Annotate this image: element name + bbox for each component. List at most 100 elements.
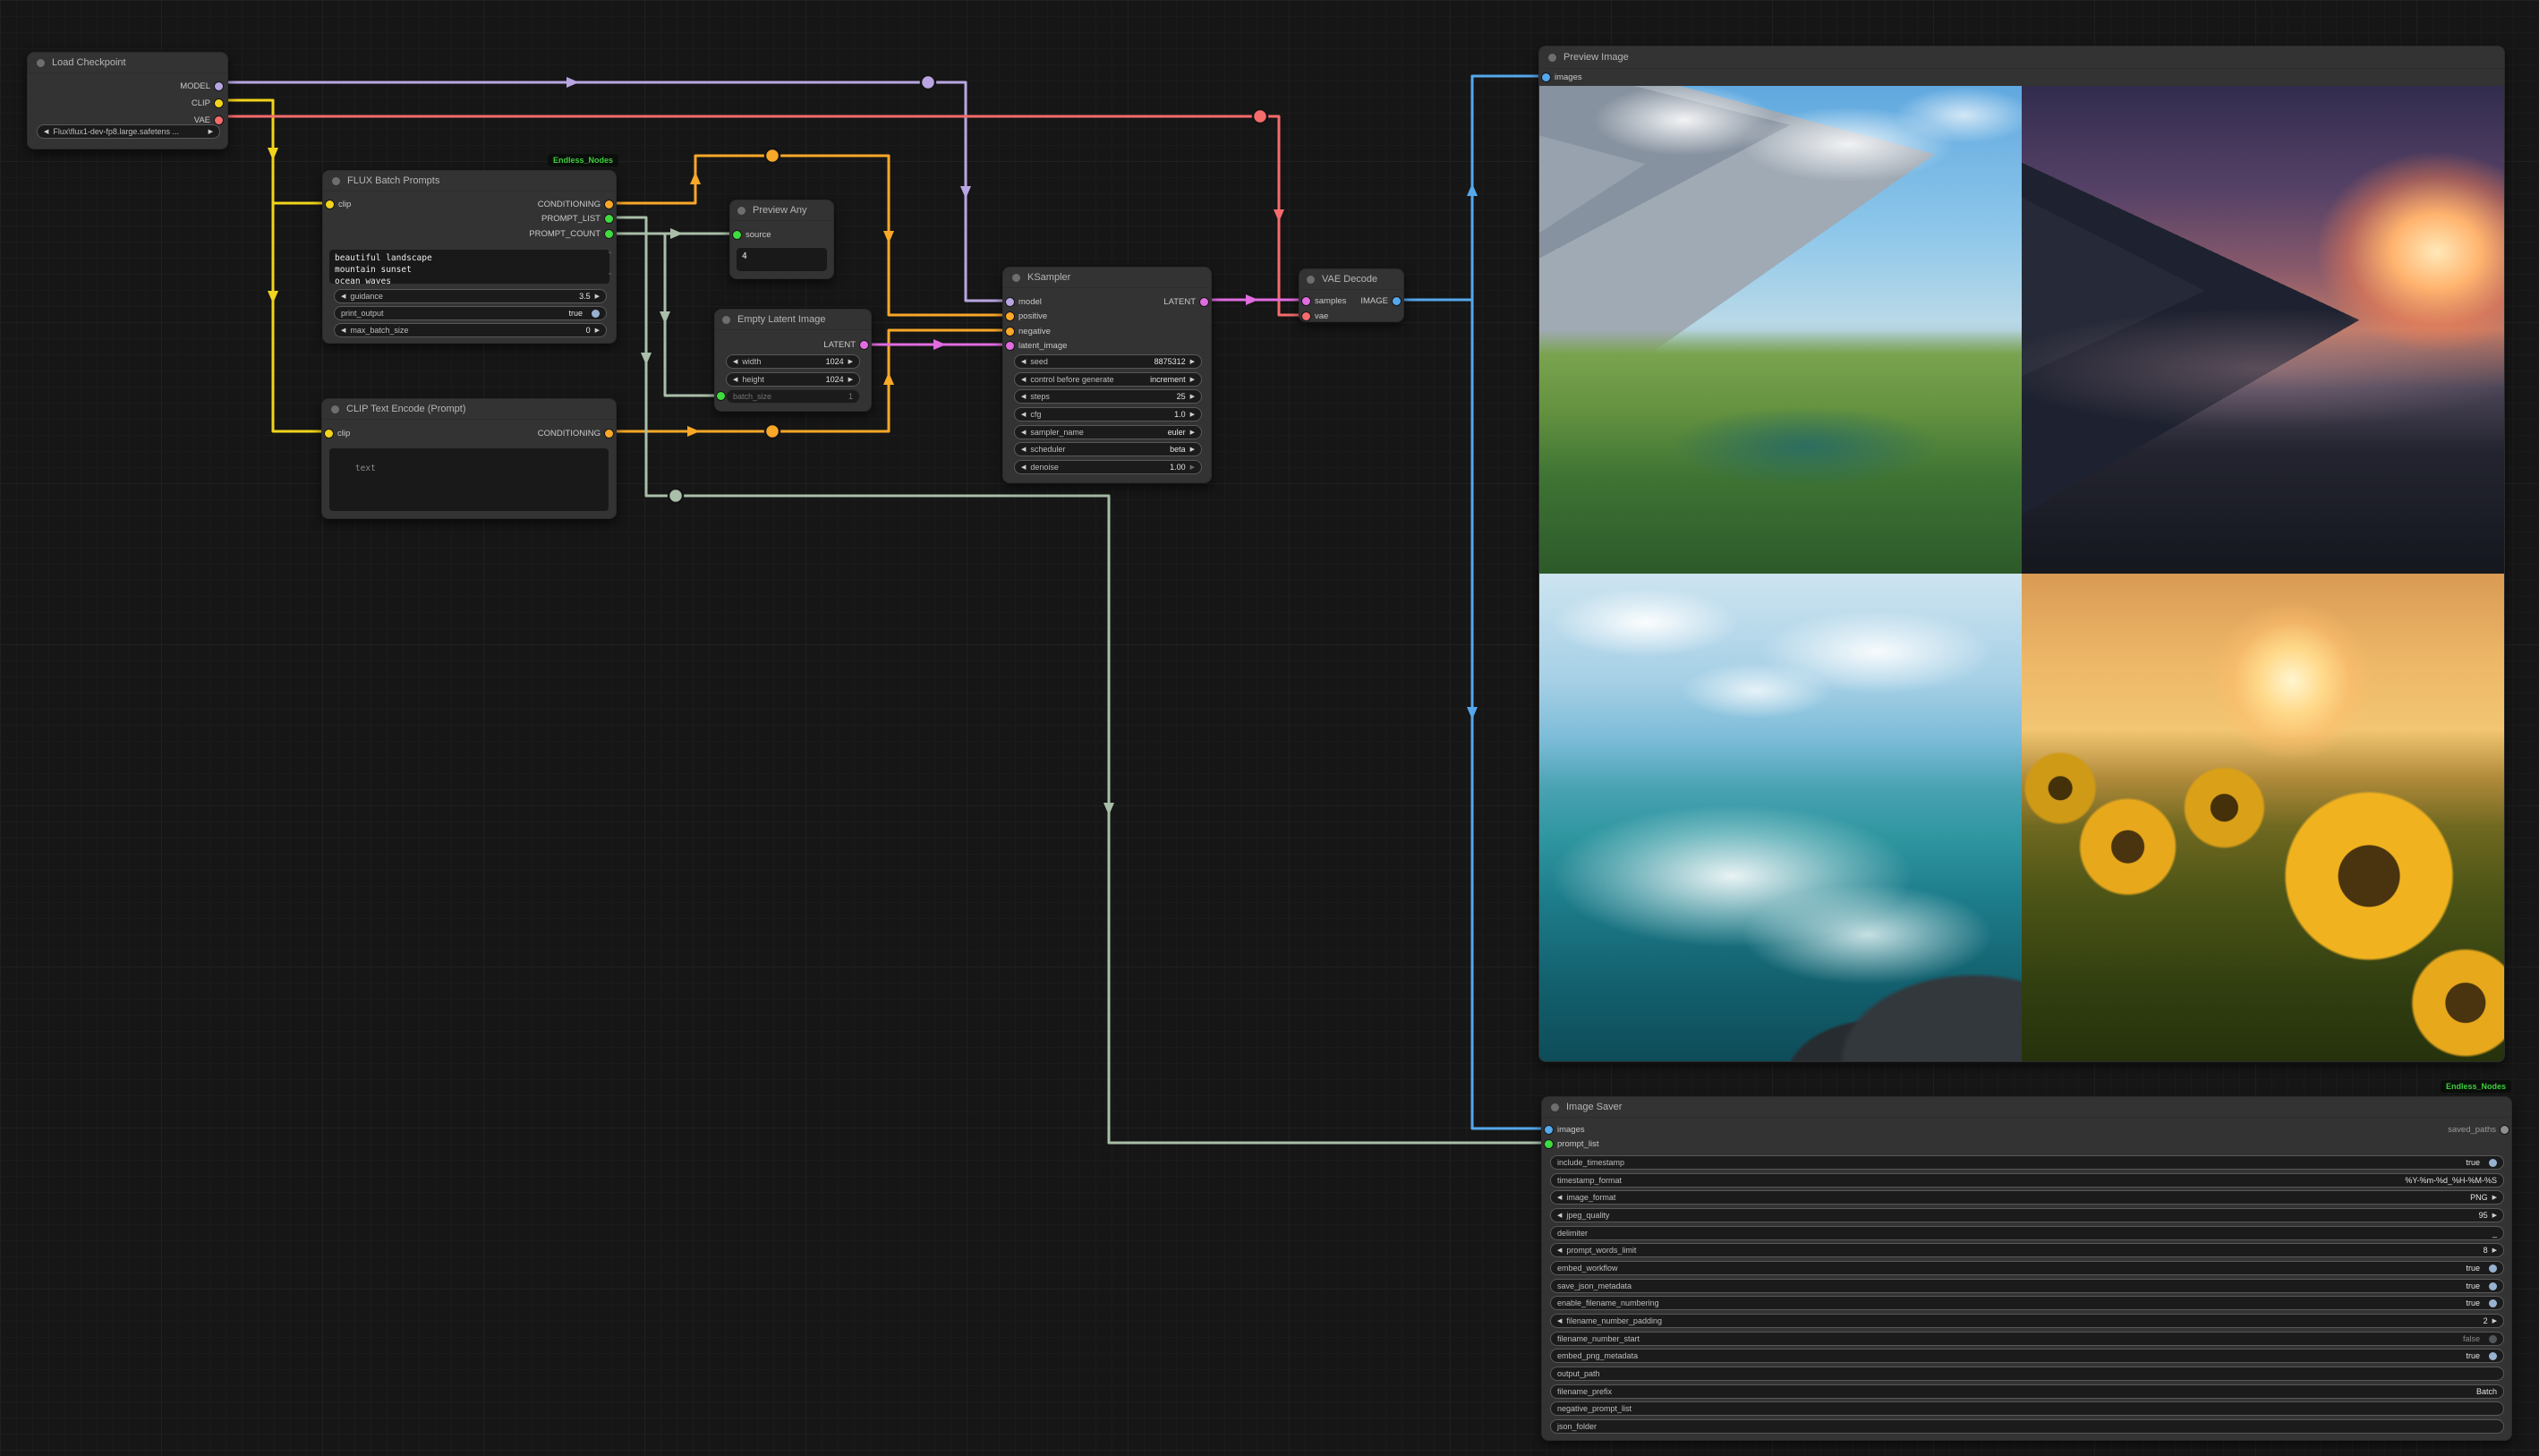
toggle-icon[interactable] (2489, 1335, 2497, 1343)
decrement-arrow-icon[interactable]: ◀ (733, 377, 737, 383)
increment-arrow-icon[interactable]: ▶ (2492, 1247, 2497, 1254)
prompt-count-socket-icon[interactable] (605, 230, 613, 238)
scroll-down-icon[interactable]: ⌄ (607, 269, 613, 277)
collapse-dot-icon[interactable] (37, 59, 45, 67)
increment-arrow-icon[interactable]: ▶ (595, 328, 600, 334)
widget-json-folder[interactable]: json_folder (1550, 1419, 2504, 1434)
prompt-list-socket-icon[interactable] (605, 215, 613, 223)
latent-socket-icon[interactable] (1302, 297, 1310, 305)
node-image-saver[interactable]: Image Saver images prompt_list saved_pat… (1541, 1096, 2512, 1441)
collapse-dot-icon[interactable] (1551, 1103, 1559, 1111)
node-load-checkpoint[interactable]: Load Checkpoint MODEL CLIP VAE ◀ Flux\fl… (27, 52, 228, 149)
next-arrow-icon[interactable]: ▶ (1190, 430, 1195, 436)
input-samples[interactable]: samples (1302, 294, 1346, 307)
increment-arrow-icon[interactable]: ▶ (595, 294, 600, 300)
reroute-conditioning-top[interactable] (765, 149, 780, 163)
input-model[interactable]: model (1006, 295, 1042, 308)
decrement-arrow-icon[interactable]: ◀ (1021, 412, 1026, 418)
collapse-dot-icon[interactable] (1012, 274, 1020, 282)
input-clip[interactable]: clip (326, 198, 351, 210)
next-arrow-icon[interactable]: ▶ (1190, 447, 1195, 453)
widget-prompt-words-limit[interactable]: ◀ prompt_words_limit 8 ▶ (1550, 1243, 2504, 1257)
widget-embed-png-metadata[interactable]: embed_png_metadata true (1550, 1349, 2504, 1363)
prev-arrow-icon[interactable]: ◀ (1557, 1195, 1562, 1201)
widget-include-timestamp[interactable]: include_timestamp true (1550, 1155, 2504, 1170)
image-socket-icon[interactable] (1545, 1126, 1553, 1134)
widget-seed[interactable]: ◀ seed 8875312 ▶ (1014, 354, 1202, 369)
widget-filename-number-start[interactable]: filename_number_start false (1550, 1332, 2504, 1346)
output-image[interactable]: IMAGE (1360, 294, 1401, 307)
decrement-arrow-icon[interactable]: ◀ (733, 359, 737, 365)
prev-arrow-icon[interactable]: ◀ (44, 129, 48, 135)
decrement-arrow-icon[interactable]: ◀ (1557, 1318, 1562, 1324)
node-empty-latent-image[interactable]: Empty Latent Image LATENT ◀ width 1024 ▶… (714, 309, 872, 412)
output-model[interactable]: MODEL (180, 80, 223, 92)
clip-socket-icon[interactable] (325, 430, 333, 438)
toggle-icon[interactable] (2489, 1159, 2497, 1167)
decrement-arrow-icon[interactable]: ◀ (1021, 394, 1026, 400)
clip-socket-icon[interactable] (215, 99, 223, 107)
widget-timestamp-format[interactable]: timestamp_format %Y-%m-%d_%H-%M-%S (1550, 1173, 2504, 1188)
node-header[interactable]: Empty Latent Image (715, 310, 871, 330)
node-header[interactable]: CLIP Text Encode (Prompt) (322, 399, 616, 420)
source-socket-icon[interactable] (733, 231, 741, 239)
widget-filename-number-padding[interactable]: ◀ filename_number_padding 2 ▶ (1550, 1314, 2504, 1328)
collapse-dot-icon[interactable] (1307, 276, 1315, 284)
image-socket-icon[interactable] (1393, 297, 1401, 305)
latent-socket-icon[interactable] (1200, 298, 1208, 306)
widget-embed-workflow[interactable]: embed_workflow true (1550, 1261, 2504, 1275)
widget-jpeg-quality[interactable]: ◀ jpeg_quality 95 ▶ (1550, 1208, 2504, 1222)
input-source[interactable]: source (733, 228, 771, 241)
input-latent-image[interactable]: latent_image (1006, 339, 1067, 352)
node-clip-text-encode[interactable]: CLIP Text Encode (Prompt) clip CONDITION… (321, 398, 617, 519)
prev-arrow-icon[interactable]: ◀ (1021, 430, 1026, 436)
node-ksampler[interactable]: KSampler model positive negative latent_… (1002, 267, 1212, 483)
widget-enable-filename-numbering[interactable]: enable_filename_numbering true (1550, 1296, 2504, 1310)
output-prompt-count[interactable]: PROMPT_COUNT (529, 227, 613, 240)
increment-arrow-icon[interactable]: ▶ (848, 359, 853, 365)
prev-arrow-icon[interactable]: ◀ (1021, 447, 1026, 453)
increment-arrow-icon[interactable]: ▶ (1190, 412, 1195, 418)
widget-delimiter[interactable]: delimiter _ (1550, 1226, 2504, 1240)
prev-arrow-icon[interactable]: ◀ (1021, 377, 1026, 383)
toggle-icon[interactable] (2489, 1264, 2497, 1273)
toggle-icon[interactable] (592, 310, 600, 318)
toggle-icon[interactable] (2489, 1299, 2497, 1307)
decrement-arrow-icon[interactable]: ◀ (341, 294, 345, 300)
widget-output-path[interactable]: output_path (1550, 1367, 2504, 1381)
output-prompt-list[interactable]: PROMPT_LIST (541, 212, 613, 225)
model-socket-icon[interactable] (1006, 298, 1014, 306)
toggle-icon[interactable] (2489, 1352, 2497, 1360)
prompt-textarea[interactable]: beautiful landscape mountain sunset ocea… (329, 250, 609, 284)
input-prompt-list[interactable]: prompt_list (1545, 1137, 1598, 1150)
increment-arrow-icon[interactable]: ▶ (848, 377, 853, 383)
widget-steps[interactable]: ◀ steps 25 ▶ (1014, 389, 1202, 404)
widget-width[interactable]: ◀ width 1024 ▶ (726, 354, 860, 369)
node-header[interactable]: Preview Image (1539, 47, 2504, 69)
input-negative[interactable]: negative (1006, 325, 1051, 337)
node-header[interactable]: KSampler (1003, 268, 1211, 288)
node-header[interactable]: Load Checkpoint (28, 53, 227, 73)
widget-image-format[interactable]: ◀ image_format PNG ▶ (1550, 1190, 2504, 1205)
increment-arrow-icon[interactable]: ▶ (2492, 1318, 2497, 1324)
vae-socket-icon[interactable] (215, 116, 223, 124)
reroute-model[interactable] (921, 75, 935, 89)
widget-guidance[interactable]: ◀ guidance 3.5 ▶ (334, 289, 607, 303)
widget-filename-prefix[interactable]: filename_prefix Batch (1550, 1384, 2504, 1399)
vae-socket-icon[interactable] (1302, 312, 1310, 320)
widget-sampler-name[interactable]: ◀ sampler_name euler ▶ (1014, 425, 1202, 439)
conditioning-socket-icon[interactable] (1006, 312, 1014, 320)
next-arrow-icon[interactable]: ▶ (2492, 1195, 2497, 1201)
widget-max-batch-size[interactable]: ◀ max_batch_size 0 ▶ (334, 323, 607, 337)
input-clip[interactable]: clip (325, 427, 350, 439)
decrement-arrow-icon[interactable]: ◀ (341, 328, 345, 334)
node-preview-image[interactable]: Preview Image images (1538, 46, 2505, 1062)
widget-scheduler[interactable]: ◀ scheduler beta ▶ (1014, 442, 1202, 456)
ckpt-name-combo[interactable]: ◀ Flux\flux1-dev-fp8.large.safetens ... … (37, 124, 220, 139)
model-socket-icon[interactable] (215, 82, 223, 90)
input-vae[interactable]: vae (1302, 310, 1328, 322)
toggle-icon[interactable] (2489, 1282, 2497, 1290)
next-arrow-icon[interactable]: ▶ (209, 129, 213, 135)
decrement-arrow-icon[interactable]: ◀ (1557, 1247, 1562, 1254)
input-positive[interactable]: positive (1006, 310, 1047, 322)
